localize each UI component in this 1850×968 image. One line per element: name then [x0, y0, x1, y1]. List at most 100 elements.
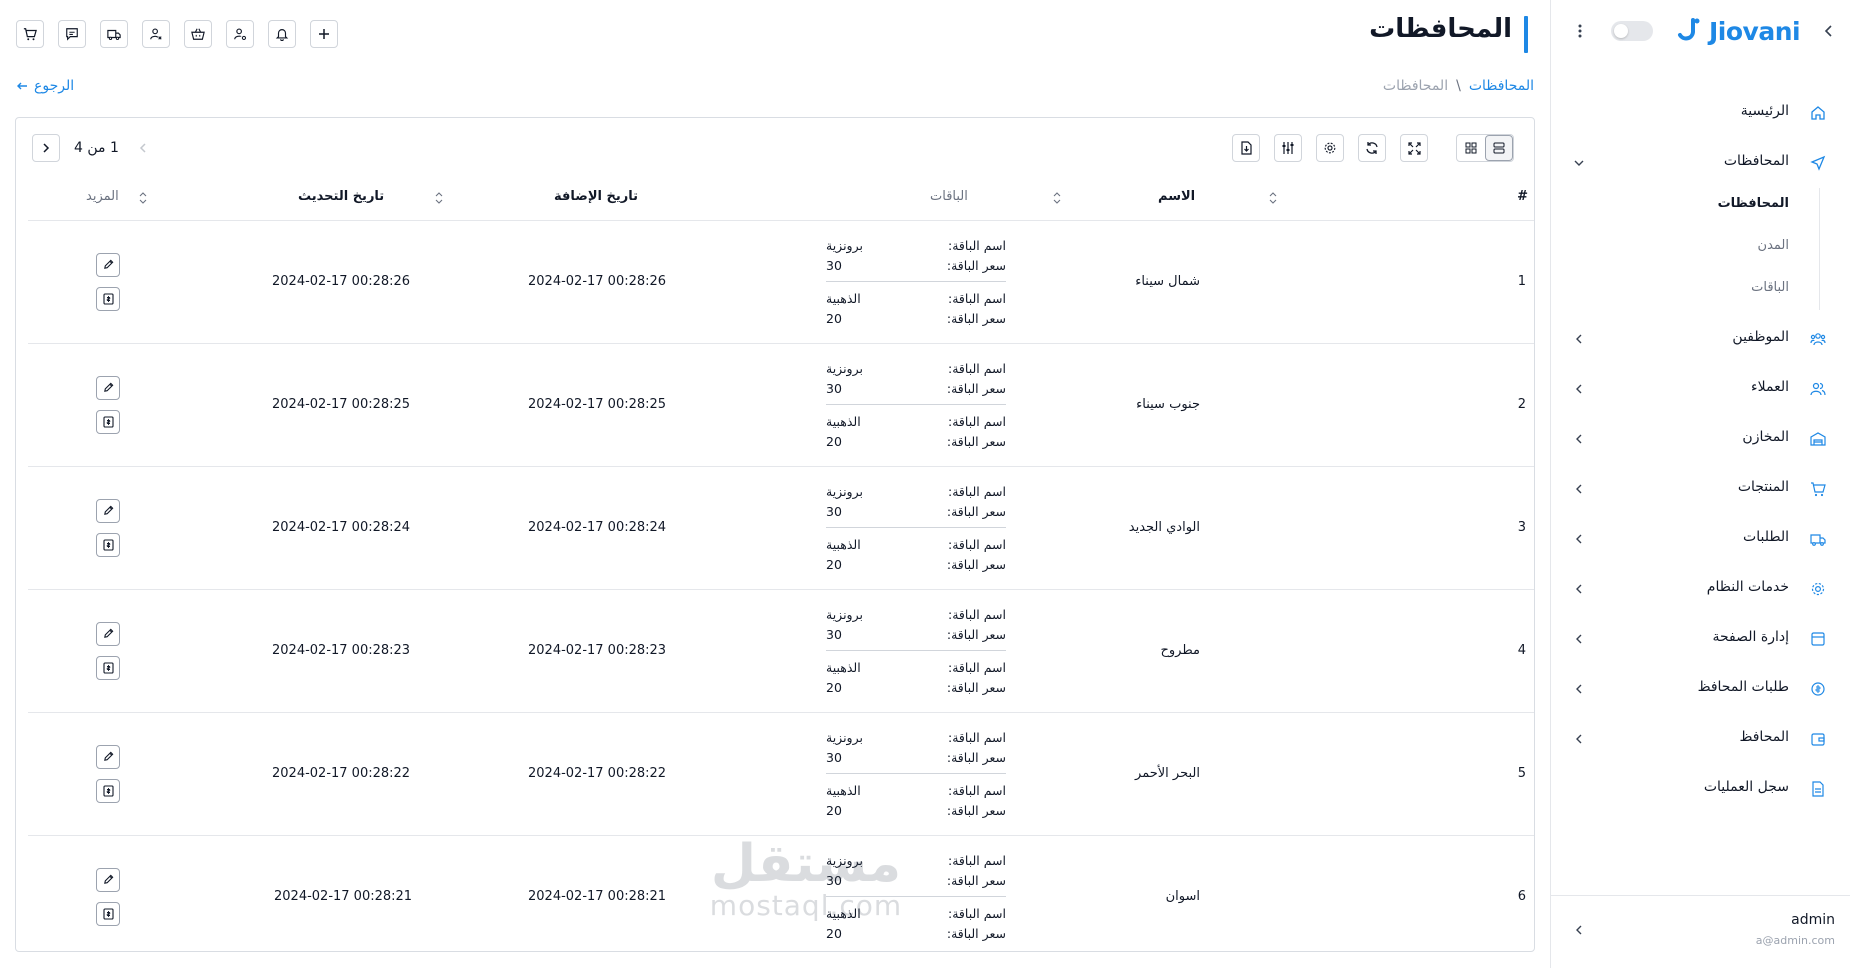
sort-icon — [139, 191, 147, 204]
edit-button[interactable] — [96, 375, 120, 400]
sidebar-item-label: العملاء — [1751, 379, 1789, 395]
pricing-button[interactable] — [96, 286, 120, 311]
notifications-button[interactable] — [268, 20, 296, 48]
package-price-label: سعر الباقة: — [946, 503, 1006, 519]
pricing-button[interactable] — [96, 778, 120, 803]
refresh-button[interactable] — [1358, 134, 1386, 162]
updated-cell: 2024-02-17 00:28:23 — [188, 589, 488, 713]
basket-button[interactable] — [184, 20, 212, 48]
pricing-button[interactable] — [96, 655, 120, 680]
package-name-row: اسم الباقة: برونزية — [826, 604, 1006, 624]
sidebar-item-wallet-requests[interactable]: طلبات المحافظ — [1551, 664, 1850, 714]
submenu-item-governorates[interactable]: المحافظات — [1718, 196, 1789, 211]
prev-page-button[interactable] — [133, 134, 153, 162]
sidebar-item-home[interactable]: الرئيسية — [1551, 88, 1850, 138]
messages-button[interactable] — [58, 20, 86, 48]
package-item: اسم الباقة: برونزية سعر الباقة: 30 — [826, 598, 1006, 650]
sidebar-item-label: المحافظات — [1723, 153, 1789, 169]
header-name-label: الاسم — [1158, 189, 1196, 204]
header-name[interactable]: الاسم — [1038, 176, 1258, 221]
actions-cell — [28, 343, 188, 467]
package-item: اسم الباقة: برونزية سعر الباقة: 30 — [826, 844, 1006, 896]
actions-cell — [28, 589, 188, 713]
list-view-button[interactable] — [1485, 135, 1513, 161]
sidebar-item-warehouses[interactable]: المخازن — [1551, 414, 1850, 464]
next-page-button[interactable] — [32, 134, 60, 162]
package-price: 30 — [826, 749, 842, 765]
sidebar-item-orders[interactable]: الطلبات — [1551, 514, 1850, 564]
package-name-row: اسم الباقة: برونزية — [826, 235, 1006, 255]
header-updated[interactable]: تاريخ التحديث — [188, 176, 488, 221]
package-price-label: سعر الباقة: — [946, 556, 1006, 572]
row-number: 2 — [1517, 397, 1526, 412]
export-button[interactable] — [1232, 134, 1260, 162]
shipping-button[interactable] — [100, 20, 128, 48]
user-name: admin — [1791, 912, 1835, 928]
num-cell: 3 — [1258, 466, 1534, 590]
collapse-sidebar-button[interactable] — [1816, 18, 1842, 44]
theme-toggle[interactable] — [1611, 21, 1653, 41]
added-cell: 2024-02-17 00:28:23 — [488, 589, 788, 713]
num-cell: 4 — [1258, 589, 1534, 713]
user-remove-button[interactable] — [142, 20, 170, 48]
submenu-item-packages[interactable]: الباقات — [1751, 280, 1789, 295]
package-name-row: اسم الباقة: الذهبية — [826, 657, 1006, 677]
sidebar-item-customers[interactable]: العملاء — [1551, 364, 1850, 414]
package-price: 20 — [826, 802, 842, 818]
governorates-table: المزيد تاريخ التحديث تاريخ الإضافة الباق… — [28, 176, 1534, 951]
pricing-button[interactable] — [96, 532, 120, 557]
breadcrumb-current: المحافظات — [1382, 78, 1449, 94]
edit-button[interactable] — [96, 621, 120, 646]
updated-cell: 2024-02-17 00:28:21 — [188, 835, 488, 951]
arrow-left-icon — [17, 82, 27, 90]
added-date: 2024-02-17 00:28:23 — [528, 643, 667, 658]
package-price-label: سعر الباقة: — [946, 626, 1006, 642]
sidebar-item-employees[interactable]: الموظفين — [1551, 314, 1850, 364]
chevron-left-icon[interactable] — [1573, 924, 1585, 936]
package-price-row: سعر الباقة: 30 — [826, 501, 1006, 521]
add-button[interactable] — [310, 20, 338, 48]
header-packages: الباقات — [788, 176, 1038, 221]
updated-cell: 2024-02-17 00:28:22 — [188, 712, 488, 836]
updated-cell: 2024-02-17 00:28:24 — [188, 466, 488, 590]
page-title: المحافظات — [1369, 14, 1512, 44]
submenu-item-cities[interactable]: المدن — [1758, 238, 1789, 253]
package-name-row: اسم الباقة: برونزية — [826, 850, 1006, 870]
edit-button[interactable] — [96, 867, 120, 892]
header-more[interactable]: المزيد — [28, 176, 188, 221]
breadcrumb-root-link[interactable]: المحافظات — [1469, 78, 1534, 94]
package-price: 30 — [826, 872, 842, 888]
row-number: 1 — [1517, 274, 1526, 289]
user-settings-button[interactable] — [226, 20, 254, 48]
pricing-button[interactable] — [96, 901, 120, 926]
grid-view-button[interactable] — [1457, 135, 1485, 161]
packages-cell: اسم الباقة: برونزية سعر الباقة: 30 اسم ا… — [788, 835, 1038, 951]
sidebar-item-activity-log[interactable]: سجل العمليات — [1551, 764, 1850, 814]
sidebar-item-wallets[interactable]: المحافظ — [1551, 714, 1850, 764]
package-item: اسم الباقة: الذهبية سعر الباقة: 20 — [826, 281, 1006, 334]
header-num[interactable]: # — [1258, 176, 1534, 221]
sidebar-item-system-services[interactable]: خدمات النظام — [1551, 564, 1850, 614]
more-options-button[interactable] — [1571, 18, 1589, 44]
sidebar-item-label: المخازن — [1742, 429, 1789, 445]
breadcrumb: المحافظات \ المحافظات — [1383, 78, 1534, 94]
edit-button[interactable] — [96, 498, 120, 523]
user-panel[interactable]: admin a@admin.com — [1551, 895, 1850, 968]
bell-icon — [275, 29, 289, 41]
package-item: اسم الباقة: الذهبية سعر الباقة: 20 — [826, 896, 1006, 949]
sidebar-item-page-management[interactable]: إدارة الصفحة — [1551, 614, 1850, 664]
cart-button[interactable] — [16, 20, 44, 48]
sidebar-item-products[interactable]: المنتجات — [1551, 464, 1850, 514]
settings-button[interactable] — [1316, 134, 1344, 162]
row-number: 3 — [1517, 520, 1526, 535]
back-link[interactable]: الرجوع — [16, 78, 74, 94]
name-cell: اسوان — [1038, 835, 1258, 951]
edit-button[interactable] — [96, 252, 120, 277]
filters-button[interactable] — [1274, 134, 1302, 162]
fullscreen-button[interactable] — [1400, 134, 1428, 162]
num-cell: 1 — [1258, 220, 1534, 344]
sidebar-item-governorates[interactable]: المحافظات — [1551, 138, 1850, 188]
brand-logo[interactable]: Jiovani — [1677, 14, 1801, 48]
pricing-button[interactable] — [96, 409, 120, 434]
edit-button[interactable] — [96, 744, 120, 769]
